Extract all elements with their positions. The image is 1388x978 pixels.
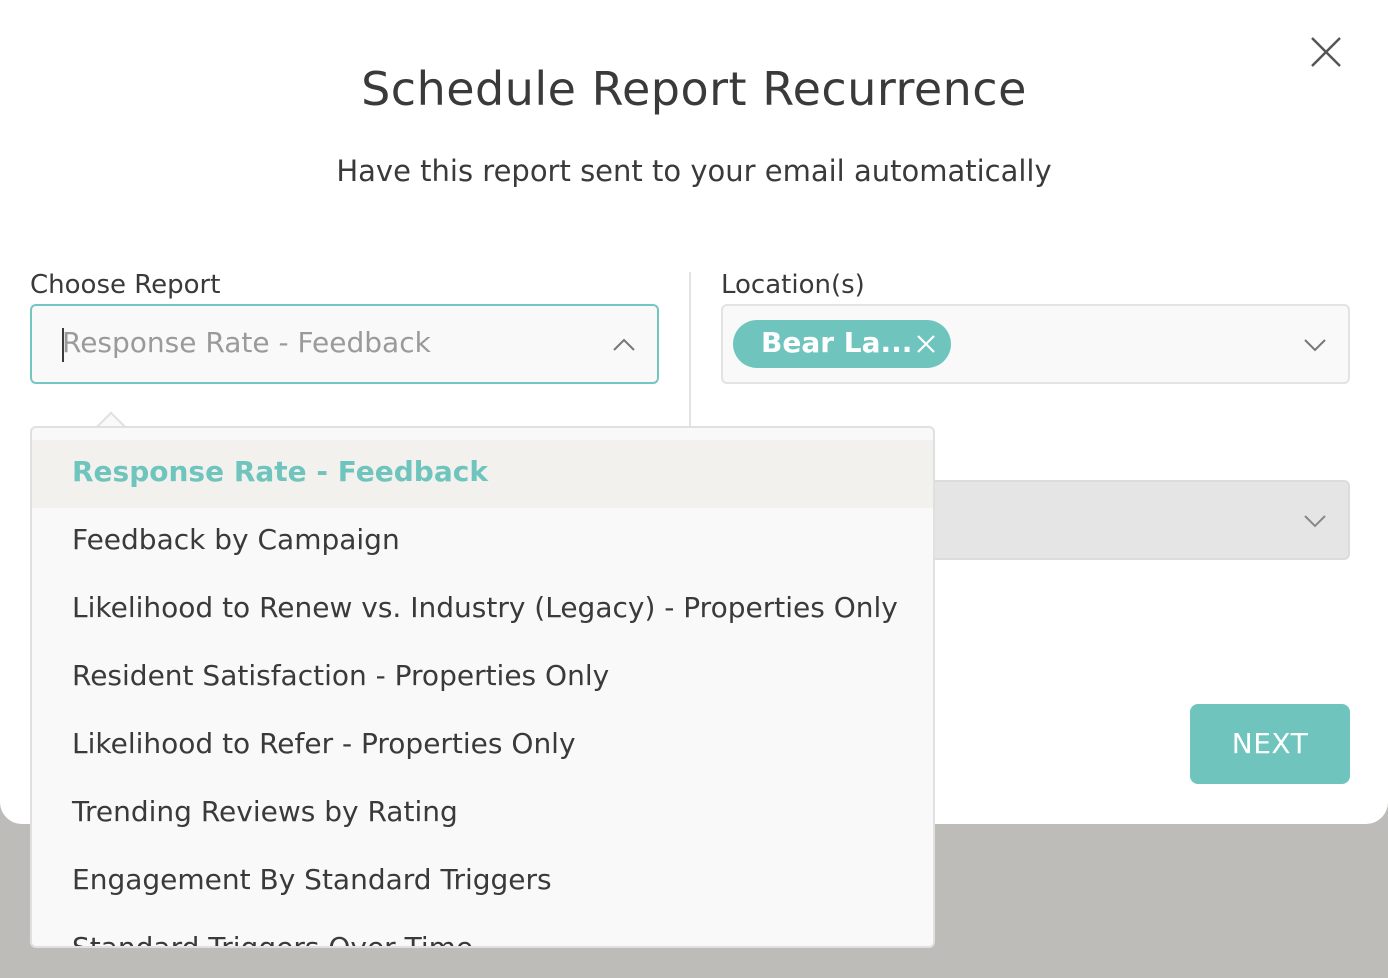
chevron-up-icon[interactable] xyxy=(612,333,636,357)
dropdown-option-label: Likelihood to Renew vs. Industry (Legacy… xyxy=(72,591,898,624)
dropdown-option[interactable]: Resident Satisfaction - Properties Only xyxy=(32,644,933,712)
dropdown-option[interactable]: Standard Triggers Over Time xyxy=(32,916,933,948)
dropdown-option-label: Response Rate - Feedback xyxy=(72,455,488,488)
modal-subtitle: Have this report sent to your email auto… xyxy=(336,154,1052,188)
dropdown-option[interactable]: Engagement By Standard Triggers xyxy=(32,848,933,916)
next-button[interactable]: NEXT xyxy=(1190,704,1350,784)
dropdown-option-label: Standard Triggers Over Time xyxy=(72,931,474,948)
choose-report-select[interactable]: Response Rate - Feedback xyxy=(30,304,659,384)
location-chip-label: Bear La... xyxy=(761,326,913,359)
dropdown-option-label: Likelihood to Refer - Properties Only xyxy=(72,727,576,760)
dropdown-option[interactable]: Response Rate - Feedback xyxy=(32,440,933,508)
chevron-down-icon[interactable] xyxy=(1303,333,1327,357)
dropdown-option[interactable]: Likelihood to Renew vs. Industry (Legacy… xyxy=(32,576,933,644)
dropdown-option[interactable]: Feedback by Campaign xyxy=(32,508,933,576)
dropdown-option-label: Feedback by Campaign xyxy=(72,523,400,556)
column-divider xyxy=(689,272,691,432)
report-select-value: Response Rate - Feedback xyxy=(62,326,431,359)
chevron-down-icon[interactable] xyxy=(1303,509,1327,533)
dropdown-option[interactable]: Trending Reviews by Rating xyxy=(32,780,933,848)
close-icon[interactable] xyxy=(915,333,937,355)
location-chip[interactable]: Bear La... xyxy=(733,320,951,368)
dropdown-option-label: Trending Reviews by Rating xyxy=(72,795,458,828)
dropdown-option-label: Resident Satisfaction - Properties Only xyxy=(72,659,610,692)
dropdown-option-label: Engagement By Standard Triggers xyxy=(72,863,552,896)
report-dropdown-menu[interactable]: Response Rate - Feedback Feedback by Cam… xyxy=(30,426,935,948)
modal-title: Schedule Report Recurrence xyxy=(361,62,1027,116)
locations-label: Location(s) xyxy=(721,270,865,300)
dropdown-option[interactable]: Likelihood to Refer - Properties Only xyxy=(32,712,933,780)
locations-select[interactable]: Bear La... xyxy=(721,304,1350,384)
choose-report-label: Choose Report xyxy=(30,270,221,300)
